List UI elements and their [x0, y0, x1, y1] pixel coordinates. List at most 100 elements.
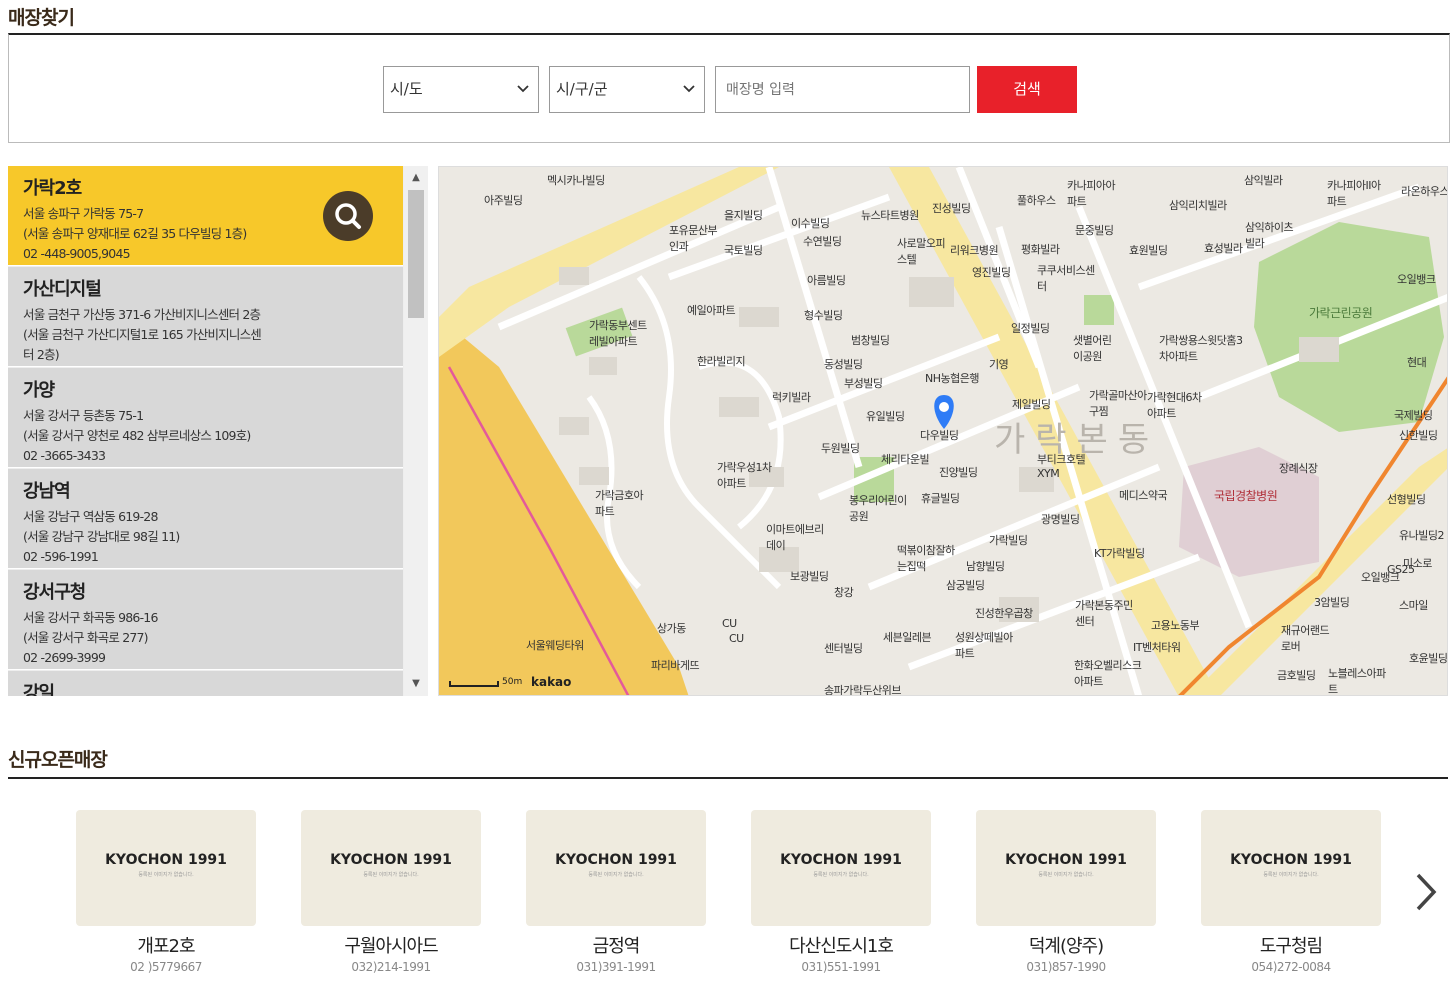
- no-image-text: 등록된 이미지가 없습니다.: [813, 872, 869, 878]
- kyochon-logo: KYOCHON 1991: [1005, 852, 1127, 868]
- kyochon-logo: KYOCHON 1991: [1230, 852, 1352, 868]
- store-phone: 02 -596-1991: [23, 549, 99, 564]
- sido-select[interactable]: 시/도: [383, 66, 539, 113]
- map-poi: 리워크병원: [950, 244, 999, 257]
- scrollbar-thumb[interactable]: [408, 190, 424, 318]
- map-poi: 가락동부센트레빌아파트: [589, 319, 647, 348]
- chevron-right-icon[interactable]: [1413, 870, 1439, 925]
- store-address: 서울 강서구 등촌동 75-1: [23, 408, 144, 423]
- store-item-gangseo[interactable]: 강서구청 서울 강서구 화곡동 986-16 (서울 강서구 화곡로 277) …: [8, 570, 403, 670]
- map-poi: 아름빌딩: [807, 274, 846, 287]
- map[interactable]: 가락본동 멕시카나빌딩 아주빌딩 포유문산부인과 을지빌딩 국토빌딩 이수빌딩 …: [438, 166, 1448, 696]
- new-store-card[interactable]: KYOCHON 1991 등록된 이미지가 없습니다. 구월아시아드 032)2…: [301, 810, 481, 974]
- map-poi: 체리타운빌: [881, 453, 930, 466]
- map-poi: 메디스약국: [1119, 489, 1168, 502]
- map-poi: 진양빌딩: [939, 466, 978, 479]
- map-poi: CU: [729, 632, 744, 645]
- map-poi: 일정빌딩: [1011, 322, 1050, 335]
- new-store-card[interactable]: KYOCHON 1991 등록된 이미지가 없습니다. 다산신도시1호 031)…: [751, 810, 931, 974]
- new-store-card[interactable]: KYOCHON 1991 등록된 이미지가 없습니다. 개포2호 02 )577…: [76, 810, 256, 974]
- store-name: 가양: [23, 380, 55, 401]
- map-attribution: kakao: [531, 675, 572, 689]
- map-poi: 선형빌딩: [1387, 493, 1426, 506]
- map-poi: 가락우성1차아파트: [717, 461, 772, 490]
- store-road-address: (서울 강서구 양천로 482 삼부르네상스 109호): [23, 428, 251, 443]
- map-poi: 삼궁빌딩: [946, 579, 985, 592]
- map-poi: 제일빌딩: [1012, 398, 1051, 411]
- new-store-name: 다산신도시1호: [789, 936, 894, 957]
- sigungu-select[interactable]: 시/구/군: [549, 66, 705, 113]
- map-poi: 카나피아II아파트: [1327, 179, 1381, 208]
- map-poi: 이마트에브리데이: [766, 523, 824, 552]
- map-poi: 예일아파트: [687, 304, 736, 317]
- store-item-gayang[interactable]: 가양 서울 강서구 등촌동 75-1 (서울 강서구 양천로 482 삼부르네상…: [8, 368, 403, 468]
- scroll-up-arrow-icon[interactable]: ▲: [404, 168, 428, 188]
- store-road-address-cont: 터 2층): [23, 347, 60, 362]
- map-poi: 성원상떼빌아파트: [955, 631, 1013, 660]
- map-poi: IT벤처타워: [1133, 641, 1181, 654]
- store-phone: 02 -3665-3433: [23, 448, 106, 463]
- no-image-text: 등록된 이미지가 없습니다.: [588, 872, 644, 878]
- map-poi: 창강: [834, 586, 854, 599]
- store-name: 강일: [23, 683, 55, 696]
- store-address: 서울 금천구 가산동 371-6 가산비지니스센터 2층: [23, 307, 261, 322]
- map-poi: 아주빌딩: [484, 194, 523, 207]
- store-name: 강남역: [23, 481, 71, 502]
- map-poi: 한화오벨리스크아파트: [1074, 659, 1142, 688]
- map-poi: 포유문산부인과: [669, 224, 718, 253]
- new-store-phone: 054)272-0084: [1251, 960, 1331, 974]
- map-poi: 뉴스타트병원: [861, 209, 919, 222]
- scroll-down-arrow-icon[interactable]: ▼: [404, 674, 428, 694]
- scrollbar[interactable]: ▲ ▼: [404, 166, 428, 696]
- map-poi: 수연빌딩: [803, 235, 842, 248]
- map-poi: KT가락빌딩: [1094, 547, 1145, 560]
- store-item-garak2[interactable]: 가락2호 서울 송파구 가락동 75-7 (서울 송파구 양재대로 62길 35…: [8, 166, 403, 266]
- store-thumbnail: KYOCHON 1991 등록된 이미지가 없습니다.: [976, 810, 1156, 926]
- new-store-card[interactable]: KYOCHON 1991 등록된 이미지가 없습니다. 도구청림 054)272…: [1201, 810, 1381, 974]
- map-poi: 풀하우스: [1017, 194, 1056, 207]
- map-poi: 유일빌딩: [866, 410, 905, 423]
- store-name: 가산디지털: [23, 279, 102, 300]
- map-poi: 영진빌딩: [972, 266, 1011, 279]
- map-poi: 송파가락두산위브: [824, 684, 901, 696]
- map-poi: 금호빌딩: [1277, 669, 1316, 682]
- store-address: 서울 강서구 화곡동 986-16: [23, 610, 158, 625]
- map-poi: 남향빌딩: [966, 560, 1005, 573]
- new-store-card[interactable]: KYOCHON 1991 등록된 이미지가 없습니다. 덕계(양주) 031)8…: [976, 810, 1156, 974]
- map-poi: 국립경찰병원: [1214, 489, 1278, 503]
- store-item-gangnam[interactable]: 강남역 서울 강남구 역삼동 619-28 (서울 강남구 강남대로 98길 1…: [8, 469, 403, 569]
- new-store-phone: 031)551-1991: [801, 960, 881, 974]
- no-image-text: 등록된 이미지가 없습니다.: [1038, 872, 1094, 878]
- kyochon-logo: KYOCHON 1991: [105, 852, 227, 868]
- map-poi: 범창빌딩: [851, 334, 890, 347]
- map-poi: GS25: [1387, 563, 1415, 576]
- map-poi: CU: [722, 617, 737, 630]
- store-item-gangil[interactable]: 강일: [8, 671, 403, 696]
- search-button[interactable]: 검색: [977, 66, 1077, 113]
- store-name-input[interactable]: [715, 66, 970, 113]
- search-icon[interactable]: [323, 191, 373, 241]
- map-poi: 가락빌딩: [989, 534, 1028, 547]
- map-poi: 쿠쿠서비스센터: [1037, 264, 1095, 293]
- map-poi: 가락근린공원: [1309, 306, 1373, 320]
- map-poi: 럭키빌라: [772, 391, 811, 404]
- map-poi: 한라빌리지: [697, 355, 746, 368]
- new-store-phone: 032)214-1991: [351, 960, 431, 974]
- map-poi: 라온하우스: [1401, 185, 1448, 198]
- map-poi: 가락쌍용스윗닷홈3차아파트: [1159, 334, 1243, 363]
- no-image-text: 등록된 이미지가 없습니다.: [1263, 872, 1319, 878]
- search-panel: 시/도 시/구/군 검색: [8, 33, 1450, 143]
- store-item-gasan[interactable]: 가산디지털 서울 금천구 가산동 371-6 가산비지니스센터 2층 (서울 금…: [8, 267, 403, 367]
- map-poi: 광명빌딩: [1041, 513, 1080, 526]
- map-poi: 삼익하이츠빌라: [1245, 221, 1294, 250]
- store-road-address: (서울 강서구 화곡로 277): [23, 630, 149, 645]
- store-thumbnail: KYOCHON 1991 등록된 이미지가 없습니다.: [751, 810, 931, 926]
- sigungu-select-label: 시/구/군: [556, 80, 608, 98]
- store-thumbnail: KYOCHON 1991 등록된 이미지가 없습니다.: [1201, 810, 1381, 926]
- new-store-card[interactable]: KYOCHON 1991 등록된 이미지가 없습니다. 금정역 031)391-…: [526, 810, 706, 974]
- map-poi: 삼익리치빌라: [1169, 199, 1227, 212]
- map-poi: 가락본동주민센터: [1075, 599, 1133, 628]
- map-poi: 부성빌딩: [844, 377, 883, 390]
- map-poi: 고용노동부: [1151, 619, 1200, 632]
- new-store-name: 덕계(양주): [1028, 936, 1104, 957]
